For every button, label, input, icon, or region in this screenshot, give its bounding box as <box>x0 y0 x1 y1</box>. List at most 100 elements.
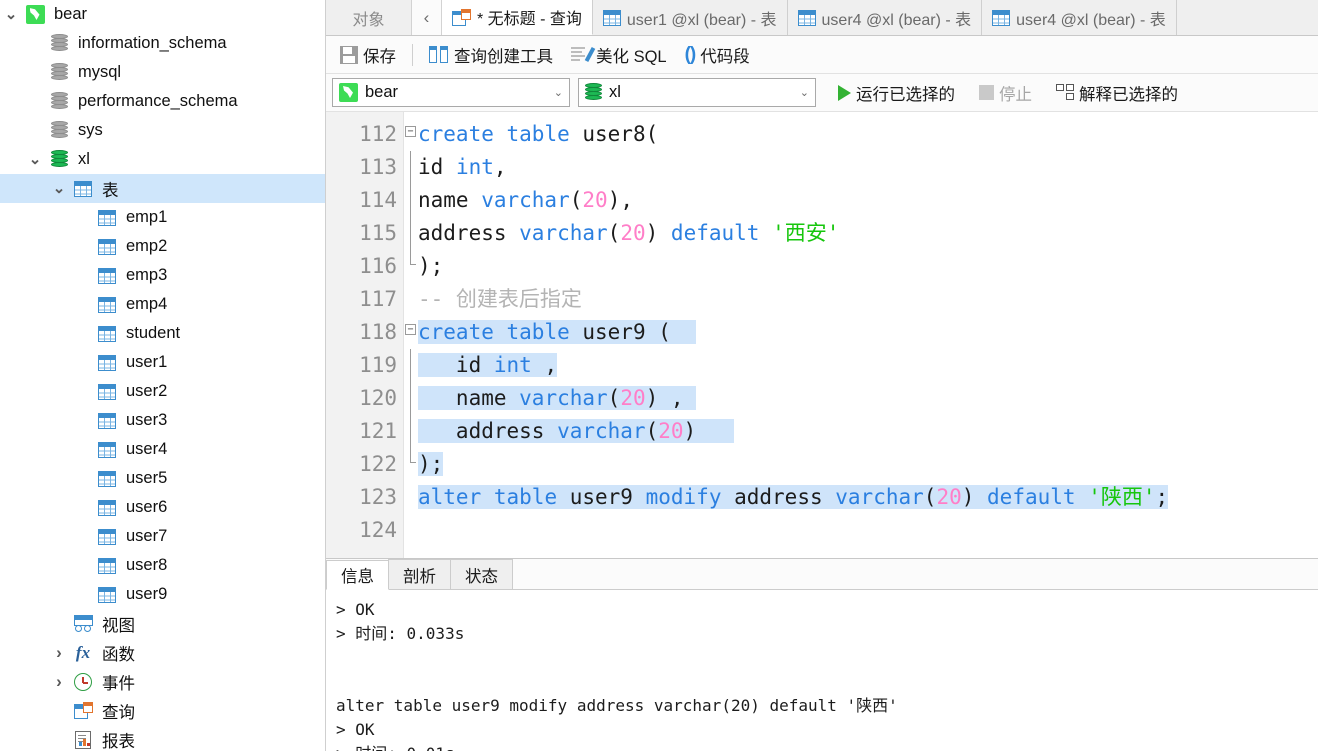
code-line[interactable]: ); <box>418 250 1318 283</box>
query-toolbar[interactable]: 保存 查询创建工具 美化 SQL () 代码段 <box>326 36 1318 74</box>
save-button[interactable]: 保存 <box>332 41 404 69</box>
run-selected-button[interactable]: 运行已选择的 <box>830 79 963 107</box>
tree-item-performance_schema[interactable]: performance_schema <box>0 87 325 116</box>
code-line[interactable]: address varchar(20) <box>418 415 1318 448</box>
tree-item-emp4[interactable]: emp4 <box>0 290 325 319</box>
query-builder-button[interactable]: 查询创建工具 <box>421 41 561 69</box>
database-icon <box>50 92 68 111</box>
code-line[interactable]: name varchar(20), <box>418 184 1318 217</box>
tree-item-label: user3 <box>126 411 168 429</box>
editor-tab-0[interactable]: * 无标题 - 查询 <box>442 0 593 35</box>
chevron-right-icon[interactable]: › <box>48 644 70 661</box>
table-edit-icon <box>992 9 1011 26</box>
tree-item-sys[interactable]: sys <box>0 116 325 145</box>
object-tree-sidebar[interactable]: ⌄ bear information_schema mysql performance_… <box>0 0 326 751</box>
tree-item-mysql[interactable]: mysql <box>0 58 325 87</box>
editor-tab-2[interactable]: user4 @xl (bear) - 表 <box>787 0 983 35</box>
toolbar-divider <box>412 43 413 66</box>
editor-tab-label: user1 @xl (bear) - 表 <box>626 11 777 29</box>
editor-tab-label: * 无标题 - 查询 <box>477 11 582 28</box>
beautify-sql-button[interactable]: 美化 SQL <box>563 41 675 69</box>
database-select[interactable]: xl ⌄ <box>578 78 816 107</box>
chevron-down-icon: ⌄ <box>553 87 563 99</box>
tree-item-emp1[interactable]: emp1 <box>0 203 325 232</box>
tree-item-label: 视图 <box>102 616 135 635</box>
tree-item-user3[interactable]: user3 <box>0 406 325 435</box>
tree-item-user1[interactable]: user1 <box>0 348 325 377</box>
tree-item-函数[interactable]: › fx 函数 <box>0 638 325 667</box>
sql-editor[interactable]: 112 113 114 115 116 117 118 119 120 121 122 123 124 … <box>326 112 1318 559</box>
stop-label: 停止 <box>999 85 1032 104</box>
code-line[interactable]: id int, <box>418 151 1318 184</box>
fold-toggle-icon[interactable]: − <box>405 126 416 137</box>
chevron-down-icon[interactable]: ⌄ <box>24 152 46 167</box>
sql-code-area[interactable]: create table user8(id int, name varchar(2… <box>418 112 1318 558</box>
tree-item-label: bear <box>54 5 88 23</box>
chevron-down-icon[interactable]: ⌄ <box>48 181 70 196</box>
result-tab-strip[interactable]: 信息 剖析 状态 <box>326 559 1318 590</box>
tree-item-xl[interactable]: ⌄ xl <box>0 145 325 174</box>
code-line[interactable]: -- 创建表后指定 <box>418 283 1318 316</box>
code-folding-column[interactable]: − − <box>404 112 418 558</box>
tree-item-查询[interactable]: 查询 <box>0 696 325 725</box>
tree-item-emp3[interactable]: emp3 <box>0 261 325 290</box>
code-line[interactable]: id int , <box>418 349 1318 382</box>
code-line[interactable]: address varchar(20) default '西安' <box>418 217 1318 250</box>
tree-item-user6[interactable]: user6 <box>0 493 325 522</box>
table-icon <box>74 180 92 197</box>
tree-item-user4[interactable]: user4 <box>0 435 325 464</box>
tree-item-user2[interactable]: user2 <box>0 377 325 406</box>
event-clock-icon <box>74 672 92 691</box>
function-icon: fx <box>75 643 91 662</box>
report-icon <box>75 730 91 749</box>
tree-item-student[interactable]: student <box>0 319 325 348</box>
object-pane-tab-label: 对象 <box>352 11 385 29</box>
connection-select[interactable]: bear ⌄ <box>332 78 570 107</box>
editor-tab-icon-wrap <box>992 9 1011 26</box>
explain-selected-button[interactable]: 解释已选择的 <box>1048 79 1186 107</box>
tree-item-user8[interactable]: user8 <box>0 551 325 580</box>
fold-toggle-icon[interactable]: − <box>405 324 416 335</box>
result-tab-1[interactable]: 剖析 <box>388 559 451 589</box>
code-line[interactable] <box>418 514 1318 547</box>
tree-item-表[interactable]: ⌄ 表 <box>0 174 325 203</box>
tree-item-user5[interactable]: user5 <box>0 464 325 493</box>
tree-item-事件[interactable]: › 事件 <box>0 667 325 696</box>
editor-tab-1[interactable]: user1 @xl (bear) - 表 <box>592 0 788 35</box>
tree-item-icon-wrap <box>46 34 72 53</box>
tree-item-报表[interactable]: 报表 <box>0 725 325 751</box>
connection-selector-row[interactable]: bear ⌄ xl ⌄ 运行已选择的 停止 解释已选择的 <box>326 74 1318 112</box>
tree-item-label: emp2 <box>126 237 168 255</box>
chevron-right-icon[interactable]: › <box>48 673 70 690</box>
tree-item-user9[interactable]: user9 <box>0 580 325 609</box>
tree-item-bear[interactable]: ⌄ bear <box>0 0 325 29</box>
code-token: , <box>493 155 507 179</box>
result-tab-0[interactable]: 信息 <box>326 560 389 590</box>
chevron-down-icon[interactable]: ⌄ <box>0 7 22 22</box>
tree-item-label: xl <box>78 150 90 168</box>
tree-item-information_schema[interactable]: information_schema <box>0 29 325 58</box>
tree-item-视图[interactable]: 视图 <box>0 609 325 638</box>
code-line[interactable]: ); <box>418 448 1318 481</box>
code-line[interactable]: alter table user9 modify address varchar… <box>418 481 1318 514</box>
code-token: varchar <box>519 386 608 410</box>
tree-item-label: user7 <box>126 527 168 545</box>
stop-icon <box>979 85 994 100</box>
code-line[interactable]: name varchar(20) , <box>418 382 1318 415</box>
code-token: 20 <box>658 419 684 443</box>
editor-tab-strip[interactable]: 对象 ‹ * 无标题 - 查询 user1 @xl (bear) - 表 user4… <box>326 0 1318 36</box>
code-line[interactable]: create table user9 ( <box>418 316 1318 349</box>
object-pane-tab[interactable]: 对象 <box>326 0 412 35</box>
code-snippet-button[interactable]: () 代码段 <box>677 41 758 69</box>
tab-scroll-back-button[interactable]: ‹ <box>412 0 442 35</box>
editor-tab-3[interactable]: user4 @xl (bear) - 表 <box>982 0 1177 35</box>
result-tab-2[interactable]: 状态 <box>450 559 513 589</box>
tree-item-user7[interactable]: user7 <box>0 522 325 551</box>
tree-item-label: user6 <box>126 498 168 516</box>
tree-item-emp2[interactable]: emp2 <box>0 232 325 261</box>
code-token: name <box>418 188 482 212</box>
tree-item-icon-wrap <box>94 586 120 603</box>
line-number: 118 <box>359 320 397 344</box>
tree-item-label: emp1 <box>126 208 168 226</box>
code-line[interactable]: create table user8( <box>418 118 1318 151</box>
